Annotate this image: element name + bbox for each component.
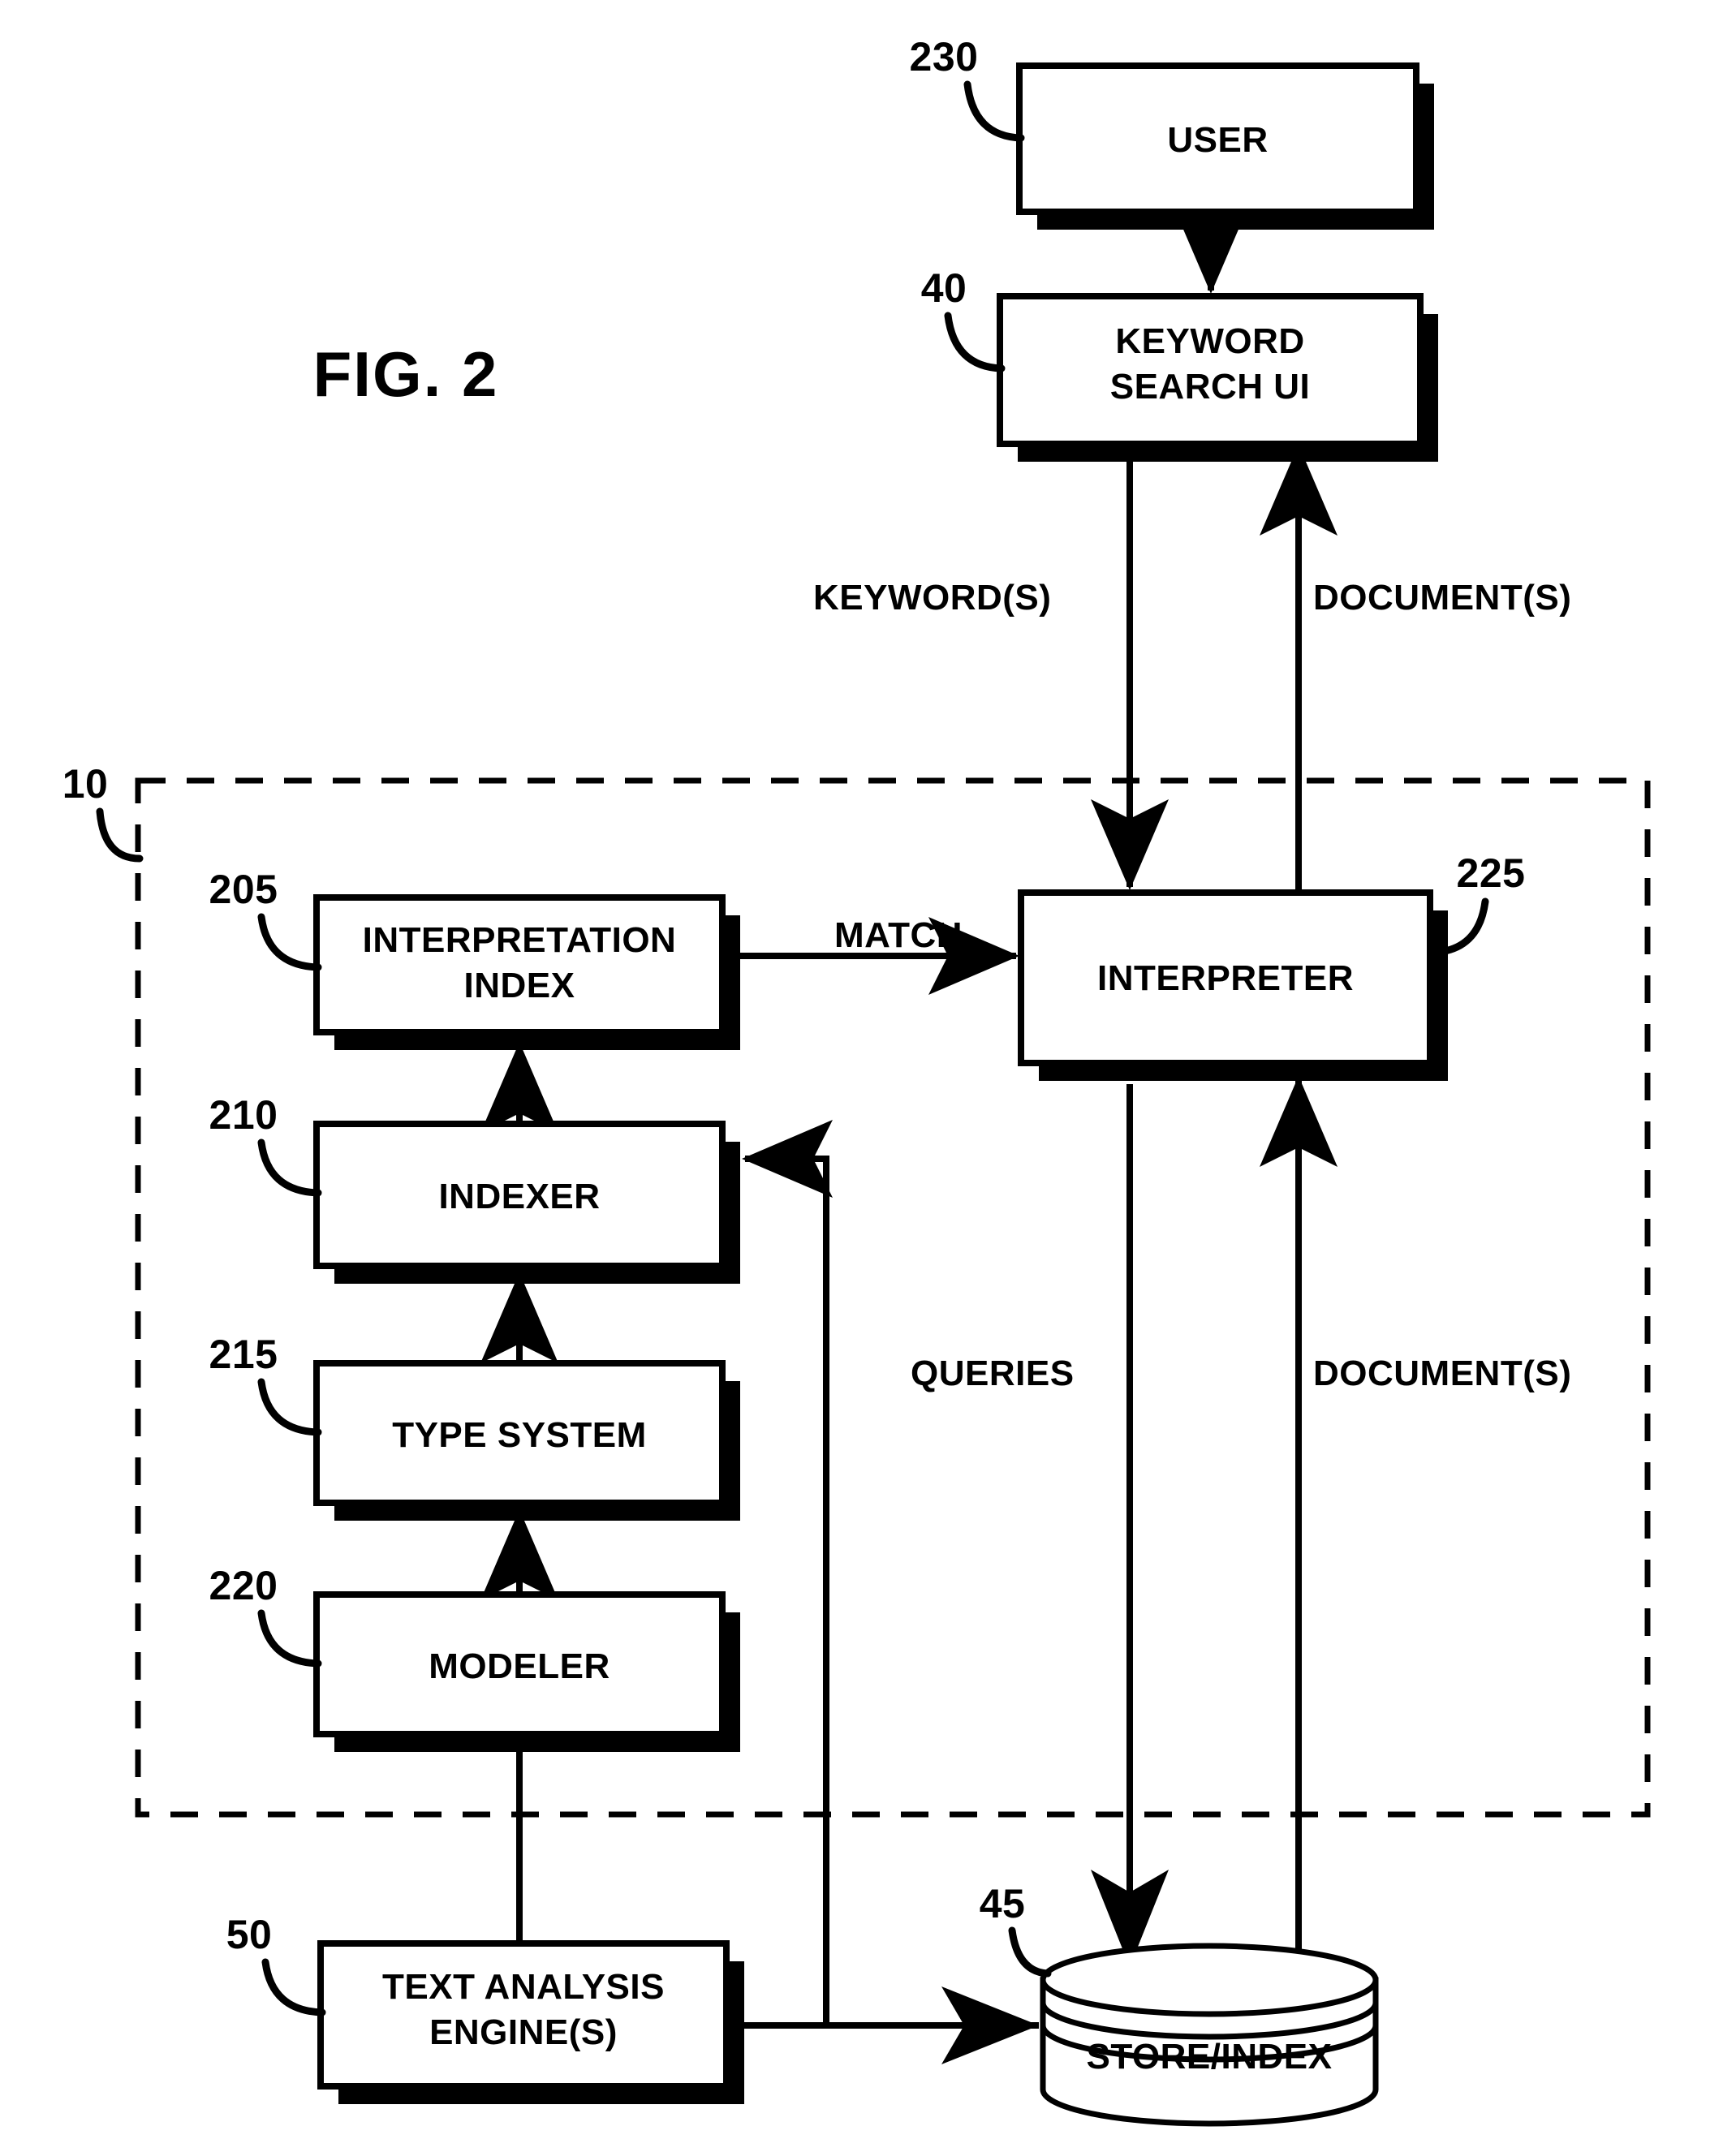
box-label-interpretation-index-line2: INDEX (463, 966, 575, 1005)
flow-label-keywords: KEYWORD(S) (813, 578, 1052, 618)
ref-leader-210 (257, 1138, 322, 1197)
box-label-interpretation-index-line1: INTERPRETATION (362, 920, 677, 960)
flow-label-queries: QUERIES (911, 1354, 1075, 1393)
cylinder-store-index (1040, 1943, 1379, 2127)
flow-label-match: MATCH (834, 915, 963, 955)
box-label-modeler: MODELER (429, 1646, 610, 1686)
ref-number-40: 40 (920, 265, 967, 311)
ref-number-215: 215 (209, 1332, 278, 1377)
ref-number-225: 225 (1456, 850, 1526, 896)
box-label-keyword-search-ui-line1: KEYWORD (1115, 321, 1305, 361)
ref-number-210: 210 (209, 1092, 278, 1138)
ref-leader-215 (257, 1378, 322, 1436)
ref-leader-50 (261, 1958, 326, 2016)
figure-canvas: FIG. 2 USER KEYWORD SEARCH UI INTERPRETA… (0, 0, 1736, 2152)
box-interpretation-index (313, 894, 726, 1035)
ref-leader-45 (1008, 1926, 1052, 1978)
ref-number-45: 45 (979, 1881, 1026, 1926)
connector-lines (480, 203, 1338, 2064)
box-label-text-analysis-engine-line1: TEXT ANALYSIS (382, 1967, 665, 2007)
ref-number-220: 220 (209, 1563, 278, 1608)
ref-leader-220 (257, 1609, 322, 1668)
figure-title: FIG. 2 (312, 338, 499, 410)
ref-leader-230 (963, 80, 1025, 142)
flow-label-documents-top: DOCUMENT(S) (1313, 578, 1572, 618)
ref-leader-40 (944, 312, 1006, 372)
box-label-user: USER (1167, 120, 1269, 160)
box-label-indexer: INDEXER (438, 1177, 601, 1216)
diagram-vector-layer (96, 62, 1651, 2127)
ref-leader-10 (96, 807, 144, 863)
box-label-text-analysis-engine-line2: ENGINE(S) (429, 2012, 618, 2052)
ref-number-50: 50 (226, 1912, 273, 1957)
cylinder-label-store-index: STORE/INDEX (1086, 2037, 1333, 2077)
ref-number-10: 10 (62, 761, 109, 807)
ref-number-230: 230 (909, 34, 979, 80)
box-label-interpreter: INTERPRETER (1097, 958, 1354, 998)
ref-leader-205 (257, 913, 322, 971)
box-label-keyword-search-ui-line2: SEARCH UI (1109, 367, 1311, 407)
ref-number-205: 205 (209, 867, 278, 912)
box-label-type-system: TYPE SYSTEM (392, 1415, 647, 1455)
flow-label-documents-bottom: DOCUMENT(S) (1313, 1354, 1572, 1393)
connector-tae-feedback-to-indexer (730, 1120, 833, 2029)
